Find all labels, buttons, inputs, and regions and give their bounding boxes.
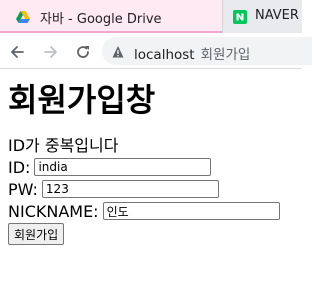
tab-google-drive[interactable]: 자바 - Google Drive — [0, 0, 222, 33]
forward-icon[interactable] — [40, 41, 62, 63]
signup-button[interactable]: 회원가입 — [8, 223, 65, 245]
naver-icon — [233, 9, 247, 24]
page-title: 회원가입창 — [8, 81, 156, 119]
back-icon[interactable] — [6, 41, 28, 63]
pw-input[interactable] — [41, 180, 219, 198]
browser-toolbar: localhost 회원가입 — [0, 33, 312, 69]
id-label: ID: — [8, 157, 31, 177]
address-page-title: 회원가입 — [200, 47, 251, 63]
nickname-label: NICKNAME: — [8, 201, 99, 221]
nickname-input[interactable] — [102, 202, 280, 220]
signup-form: ID: PW: NICKNAME: 회원가입 — [8, 156, 298, 245]
tab-bar: 자바 - Google Drive NAVER — [0, 0, 302, 33]
address-bar[interactable]: localhost 회원가입 — [102, 37, 312, 65]
site-info-icon[interactable] — [112, 44, 124, 63]
reload-icon[interactable] — [72, 41, 94, 63]
id-input[interactable] — [34, 158, 212, 176]
pw-label: PW: — [8, 179, 38, 199]
id-row: ID: — [8, 156, 298, 178]
pw-row: PW: — [8, 178, 298, 200]
address-host: localhost — [134, 47, 195, 63]
tab-naver[interactable]: NAVER — [222, 0, 302, 33]
address-text: localhost 회원가입 — [134, 43, 250, 63]
tab-title: NAVER — [255, 8, 299, 23]
error-message: ID가 중복입니다 — [8, 136, 119, 155]
google-drive-icon — [16, 9, 30, 23]
tab-title: 자바 - Google Drive — [40, 12, 162, 27]
page-content: 회원가입창 ID가 중복입니다 ID: PW: NICKNAME: 회원가입 — [8, 70, 298, 245]
nickname-row: NICKNAME: — [8, 200, 298, 222]
